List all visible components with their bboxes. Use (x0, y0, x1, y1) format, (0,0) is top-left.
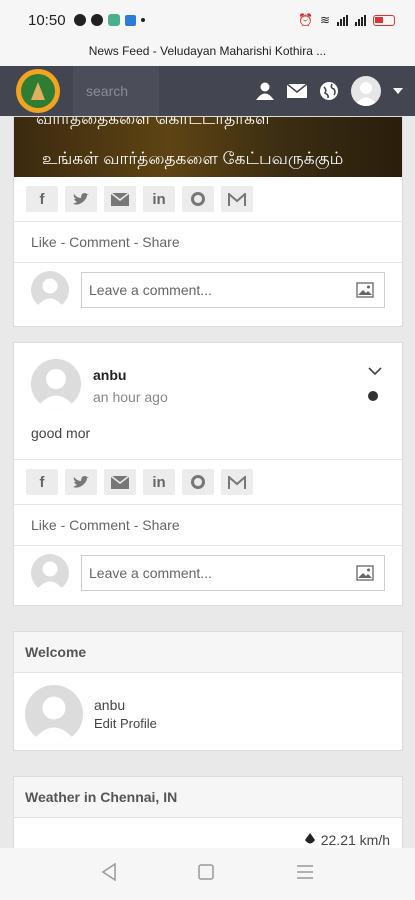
comment-placeholder: Leave a comment... (89, 565, 212, 581)
welcome-box: Welcome anbu Edit Profile (13, 631, 403, 751)
top-navbar: search (0, 66, 415, 116)
image-upload-icon[interactable] (356, 282, 374, 301)
profile-avatar[interactable] (351, 76, 381, 106)
like-comment-share[interactable]: Like - Comment - Share (14, 505, 402, 546)
welcome-title: Welcome (14, 632, 402, 673)
user-icon[interactable] (255, 81, 275, 101)
commenter-avatar (31, 271, 69, 309)
edit-profile-link[interactable]: Edit Profile (94, 716, 157, 731)
more-notifications-icon (140, 18, 145, 22)
signal-icon (337, 14, 348, 26)
page-title: News Feed - Veludayan Maharishi Kothira … (88, 44, 327, 58)
post-text: good mor (14, 417, 402, 460)
post-options-chevron-icon[interactable] (368, 363, 382, 381)
app-notification-icon (107, 14, 120, 26)
comment-form: Leave a comment... (14, 263, 402, 321)
twitter-icon[interactable] (65, 469, 97, 495)
comment-input[interactable]: Leave a comment... (81, 272, 385, 308)
status-bar: 10:50 ⏰ ≋ (0, 0, 415, 40)
whatsapp-notification-icon (73, 14, 86, 26)
post-time[interactable]: an hour ago (93, 389, 168, 405)
wind-speed: 22.21 km/h (304, 832, 390, 848)
wind-speed-value: 22.21 km/h (320, 832, 390, 848)
status-time: 10:50 (28, 11, 66, 29)
back-icon[interactable] (101, 862, 117, 886)
commenter-avatar (31, 554, 69, 592)
author-avatar[interactable] (31, 359, 81, 409)
post-card-anbu: anbu an hour ago good mor f in Like - Co… (13, 342, 403, 606)
whatsapp-icon[interactable] (182, 186, 214, 212)
welcome-avatar[interactable] (25, 685, 83, 743)
image-upload-icon[interactable] (356, 565, 374, 584)
author-name[interactable]: anbu (93, 367, 168, 383)
system-status-icons: ⏰ ≋ (298, 13, 395, 27)
banner-text-line2: உங்கள் வார்த்தைகளை கேட்பவருக்கும் (42, 149, 344, 168)
linkedin-icon[interactable]: in (143, 469, 175, 495)
share-buttons: f in (14, 177, 402, 222)
comment-input[interactable]: Leave a comment... (81, 555, 385, 591)
system-nav-bar (0, 848, 415, 900)
alarm-icon: ⏰ (297, 13, 313, 27)
like-comment-share[interactable]: Like - Comment - Share (14, 222, 402, 263)
messenger-notification-icon (124, 14, 136, 26)
gmail-icon[interactable] (221, 469, 253, 495)
weather-box: Weather in Chennai, IN 22.21 km/h (13, 776, 403, 848)
twitter-icon[interactable] (65, 186, 97, 212)
public-globe-icon (368, 391, 378, 401)
globe-icon[interactable] (319, 81, 339, 101)
weather-title: Weather in Chennai, IN (14, 777, 402, 818)
menu-icon[interactable] (296, 864, 314, 884)
chevron-down-icon[interactable] (393, 88, 403, 94)
welcome-name[interactable]: anbu (94, 697, 157, 713)
wifi-icon: ≋ (319, 13, 330, 27)
banner-text-line1: வார்த்தைகளை கொட்டாதர்கள் (36, 117, 271, 128)
page-title-bar: News Feed - Veludayan Maharishi Kothira … (0, 40, 415, 66)
facebook-icon[interactable]: f (26, 469, 58, 495)
search-input[interactable]: search (73, 66, 159, 116)
gmail-icon[interactable] (221, 186, 253, 212)
notification-icons (73, 14, 145, 26)
mail-icon[interactable] (287, 83, 307, 99)
signal-2-icon (355, 14, 366, 26)
battery-icon (373, 14, 395, 26)
comment-placeholder: Leave a comment... (89, 282, 212, 298)
comment-form: Leave a comment... (14, 546, 402, 604)
site-logo[interactable] (16, 69, 60, 113)
post-card: வார்த்தைகளை கொட்டாதர்கள் உங்கள் வார்த்தை… (13, 116, 403, 327)
share-buttons: f in (14, 460, 402, 505)
whatsapp-icon[interactable] (182, 469, 214, 495)
wind-icon (304, 832, 315, 848)
home-icon[interactable] (198, 863, 215, 885)
facebook-notification-icon (90, 14, 103, 26)
linkedin-icon[interactable]: in (143, 186, 175, 212)
post-header: anbu an hour ago (14, 343, 402, 417)
email-icon[interactable] (104, 186, 136, 212)
email-icon[interactable] (104, 469, 136, 495)
post-image: வார்த்தைகளை கொட்டாதர்கள் உங்கள் வார்த்தை… (14, 117, 402, 177)
facebook-icon[interactable]: f (26, 186, 58, 212)
